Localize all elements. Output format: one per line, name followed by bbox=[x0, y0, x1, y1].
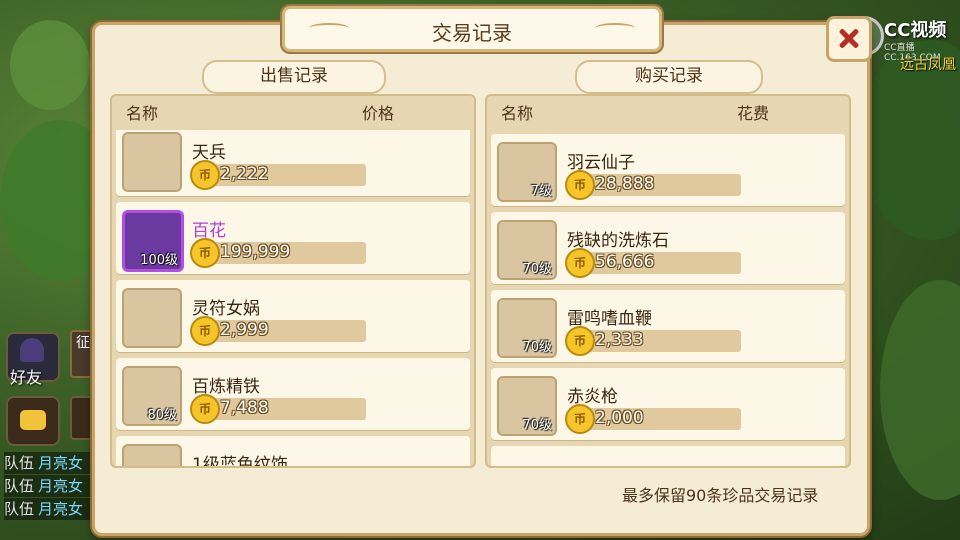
chat-sender[interactable]: 月亮女 bbox=[38, 500, 83, 518]
chat-bubble-icon bbox=[20, 410, 46, 430]
sell-record-list[interactable]: 名称 价格 天兵 币 2,222 100级 百花 币 199,999 灵符女娲 … bbox=[110, 94, 476, 468]
title-bar: 交易记录 bbox=[282, 6, 662, 52]
friends-label: 好友 bbox=[10, 368, 43, 387]
coin-icon: 币 bbox=[190, 160, 220, 190]
coin-icon: 币 bbox=[190, 238, 220, 268]
sell-record-row[interactable]: 灵符女娲 币 2,999 bbox=[116, 280, 470, 352]
item-level: 70级 bbox=[522, 262, 552, 277]
chat-channel-tag: 队伍 bbox=[4, 454, 35, 472]
sell-col-price: 价格 bbox=[362, 104, 395, 123]
sell-section-title: 出售记录 bbox=[202, 60, 386, 94]
fairy-icon: 7级 bbox=[497, 142, 557, 202]
iron-ore-icon: 80级 bbox=[122, 366, 182, 426]
background-foliage bbox=[880, 280, 960, 500]
buy-section-title: 购买记录 bbox=[575, 60, 763, 94]
item-level: 70级 bbox=[522, 340, 552, 355]
item-level: 7级 bbox=[530, 184, 552, 199]
buy-record-row[interactable] bbox=[491, 446, 845, 466]
coin-icon: 币 bbox=[190, 316, 220, 346]
close-button[interactable] bbox=[826, 16, 872, 62]
chat-channel-tag: 队伍 bbox=[4, 500, 35, 518]
sell-record-row[interactable]: 1级蓝色纹饰 bbox=[116, 436, 470, 466]
item-price: 7,488 bbox=[220, 398, 269, 418]
coin-icon: 币 bbox=[565, 404, 595, 434]
buy-record-list[interactable]: 名称 花费 7级 羽云仙子 币 28,888 70级 残缺的洗炼石 币 56,6… bbox=[485, 94, 851, 468]
sell-record-row[interactable]: 100级 百花 币 199,999 bbox=[116, 202, 470, 274]
wizard-hat-icon bbox=[20, 338, 44, 362]
buy-rows: 7级 羽云仙子 币 28,888 70级 残缺的洗炼石 币 56,666 70级… bbox=[491, 130, 845, 466]
item-cost: 2,000 bbox=[595, 408, 644, 428]
watermark-brand: CC视频 bbox=[884, 20, 947, 41]
item-name: 1级蓝色纹饰 bbox=[192, 455, 288, 466]
buy-record-row[interactable]: 7级 羽云仙子 币 28,888 bbox=[491, 134, 845, 206]
item-name: 天兵 bbox=[192, 143, 226, 163]
coin-icon: 币 bbox=[565, 248, 595, 278]
chat-line: 队伍 月亮女 bbox=[4, 498, 94, 520]
chat-sender[interactable]: 月亮女 bbox=[38, 477, 83, 495]
ornament-icon bbox=[595, 23, 635, 33]
buy-record-row[interactable]: 70级 雷鸣嗜血鞭 币 2,333 bbox=[491, 290, 845, 362]
item-level: 70级 bbox=[522, 418, 552, 433]
item-price: 2,222 bbox=[220, 164, 269, 184]
soldier-icon bbox=[122, 132, 182, 192]
sell-rows: 天兵 币 2,222 100级 百花 币 199,999 灵符女娲 币 2,99… bbox=[116, 130, 470, 466]
crystal-stone-icon: 70级 bbox=[497, 220, 557, 280]
sell-col-name: 名称 bbox=[126, 104, 159, 123]
item-cost: 56,666 bbox=[595, 252, 655, 272]
item-price: 199,999 bbox=[220, 242, 291, 262]
item-level: 80级 bbox=[147, 408, 177, 423]
background-foliage bbox=[10, 20, 90, 110]
sell-record-row[interactable]: 80级 百炼精铁 币 7,488 bbox=[116, 358, 470, 430]
coin-icon: 币 bbox=[190, 394, 220, 424]
whip-icon: 70级 bbox=[497, 298, 557, 358]
flower-icon: 100级 bbox=[122, 210, 184, 272]
item-level: 100级 bbox=[140, 253, 178, 268]
coin-icon: 币 bbox=[565, 326, 595, 356]
buy-col-name: 名称 bbox=[501, 104, 534, 123]
chat-line: 队伍 月亮女 bbox=[4, 475, 94, 497]
buy-record-row[interactable]: 70级 残缺的洗炼石 币 56,666 bbox=[491, 212, 845, 284]
buy-record-row[interactable]: 70级 赤炎枪 币 2,000 bbox=[491, 368, 845, 440]
chat-sender[interactable]: 月亮女 bbox=[38, 454, 83, 472]
nuwa-icon bbox=[122, 288, 182, 348]
expedition-label: 征 bbox=[76, 335, 90, 351]
item-cost: 2,333 bbox=[595, 330, 644, 350]
overlay-text: 远古凤凰 bbox=[900, 57, 956, 73]
footer-note: 最多保留90条珍品交易记录 bbox=[622, 486, 819, 505]
item-cost: 28,888 bbox=[595, 174, 655, 194]
spear-icon: 70级 bbox=[497, 376, 557, 436]
coin-icon: 币 bbox=[565, 170, 595, 200]
chat-button[interactable] bbox=[6, 396, 60, 446]
chat-log: 队伍 月亮女 队伍 月亮女 队伍 月亮女 bbox=[4, 452, 94, 521]
item-name: 百花 bbox=[192, 221, 226, 241]
item-price: 2,999 bbox=[220, 320, 269, 340]
sell-record-row[interactable]: 天兵 币 2,222 bbox=[116, 130, 470, 196]
item-name: 赤炎枪 bbox=[567, 387, 618, 407]
buy-col-cost: 花费 bbox=[737, 104, 770, 123]
chat-channel-tag: 队伍 bbox=[4, 477, 35, 495]
chat-line: 队伍 月亮女 bbox=[4, 452, 94, 474]
jade-ornament-icon bbox=[122, 444, 182, 466]
